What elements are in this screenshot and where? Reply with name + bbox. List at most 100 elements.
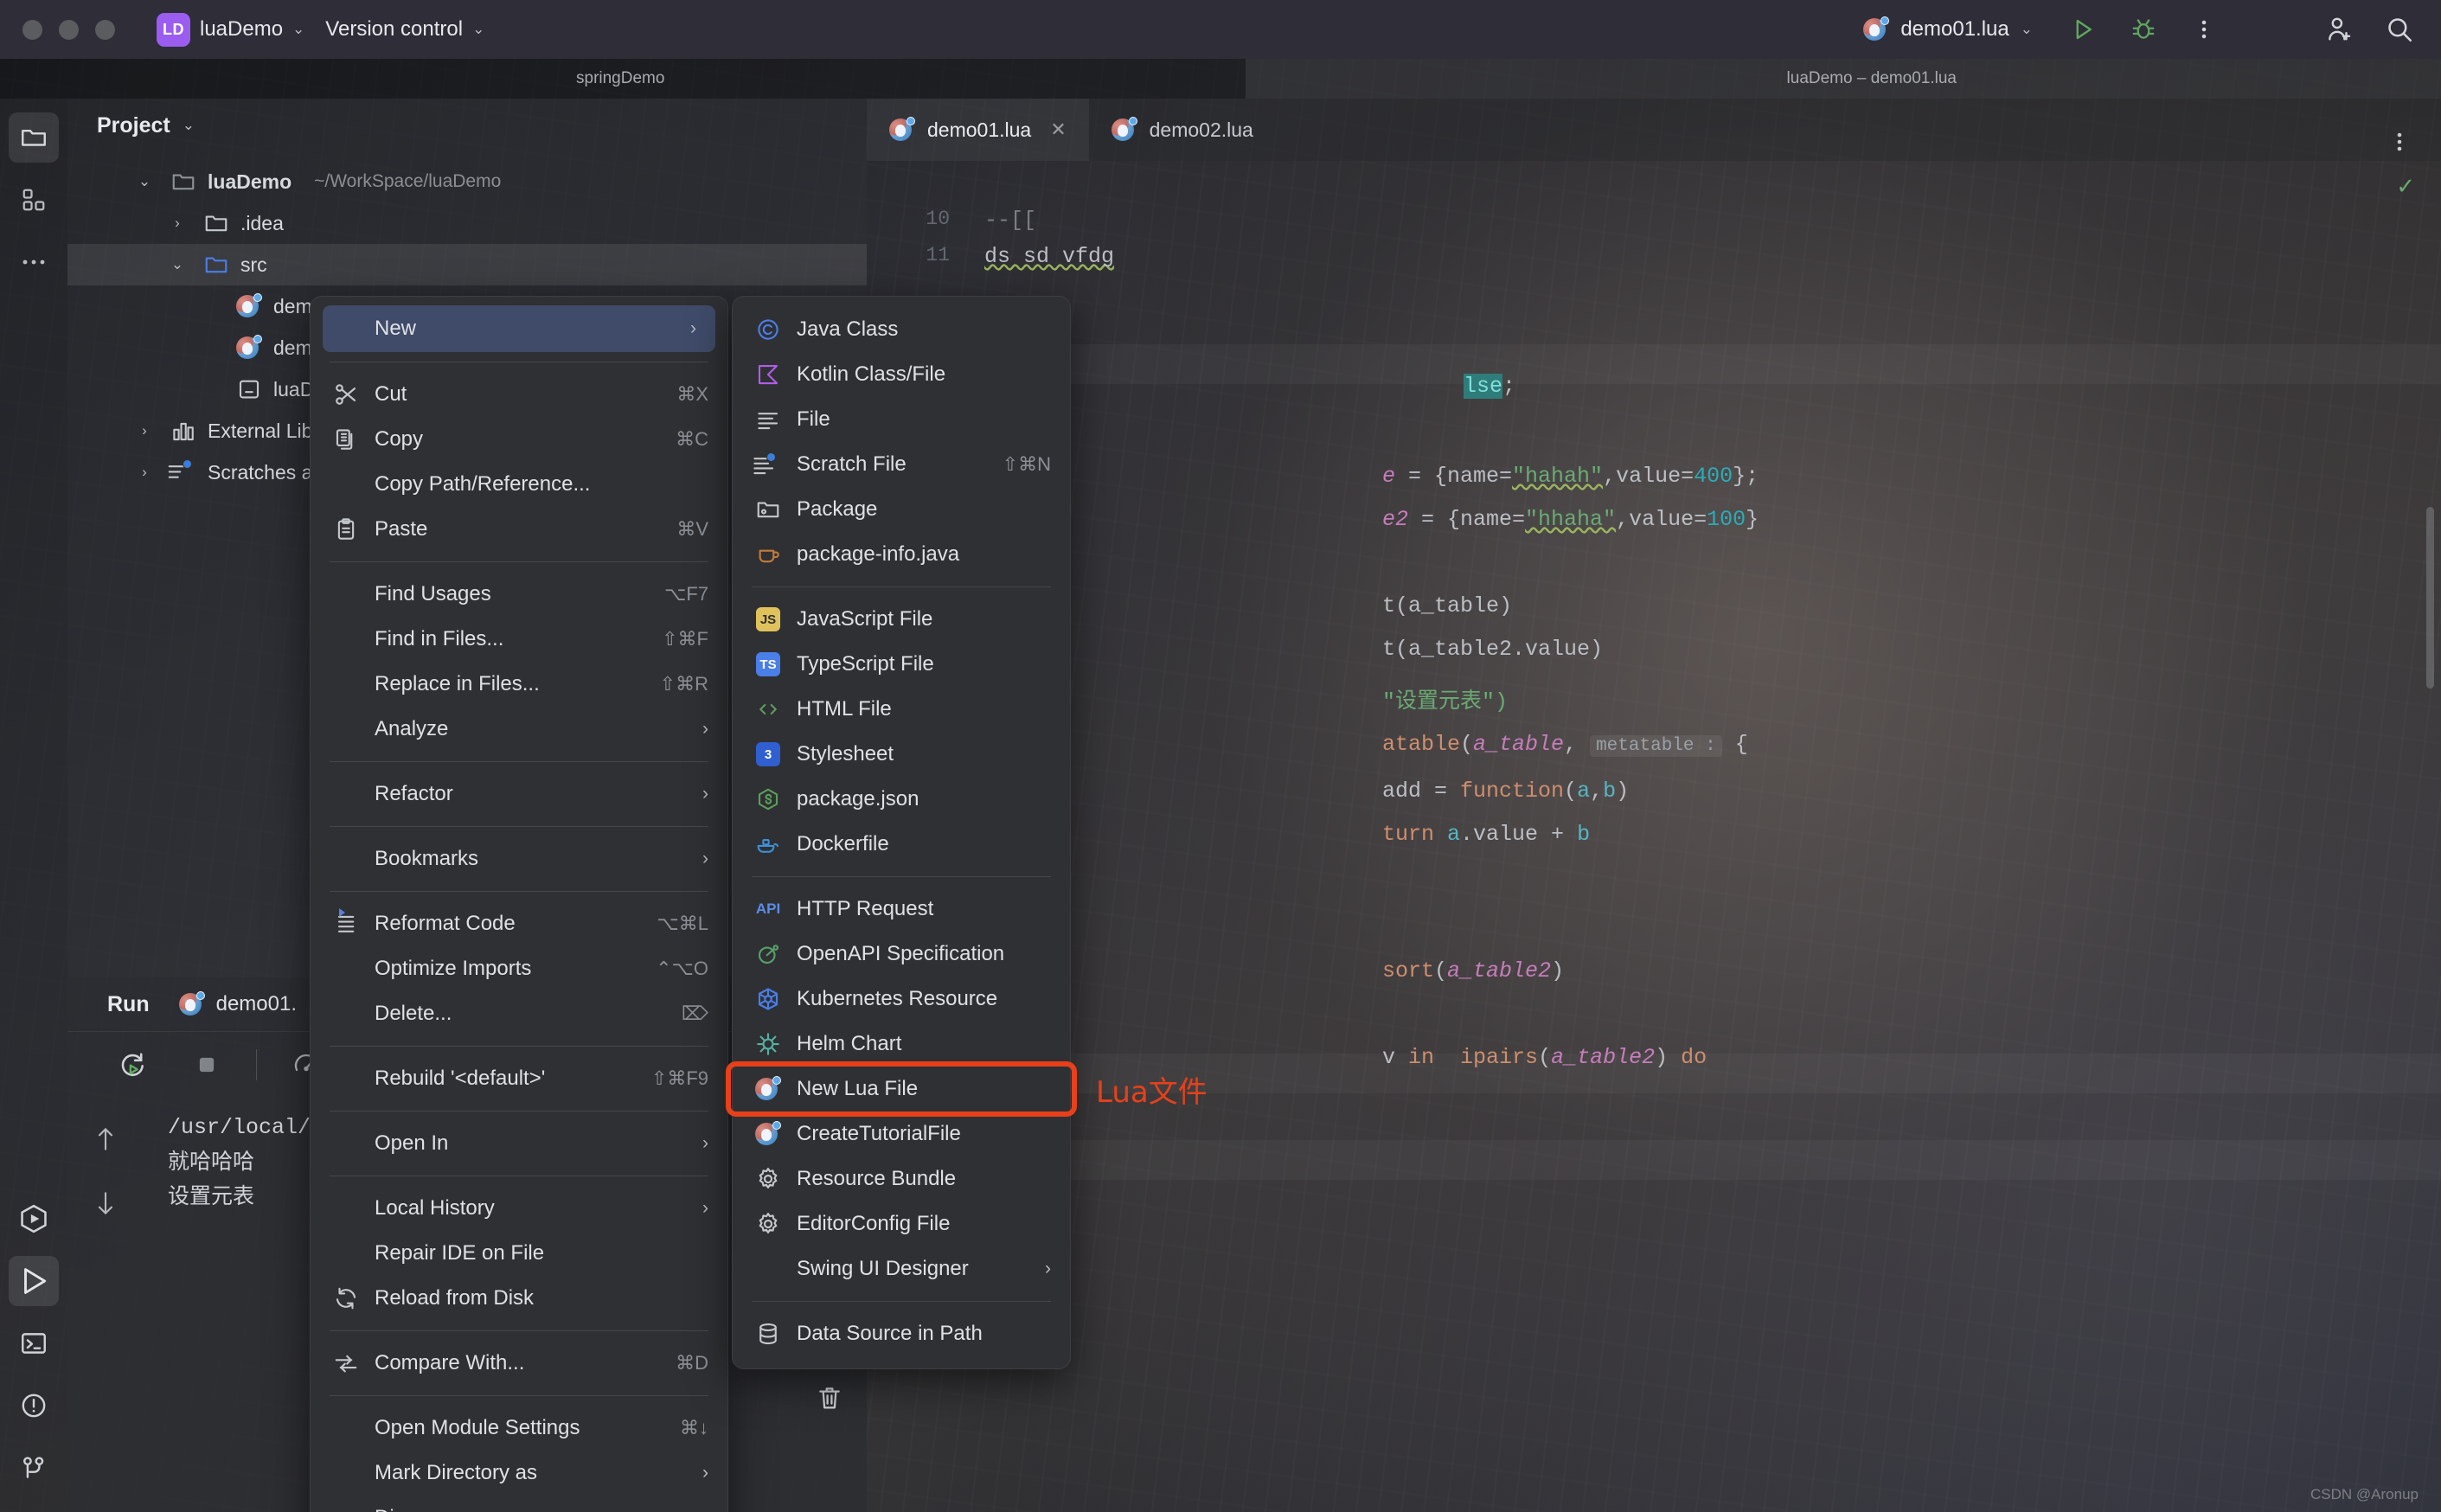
editor-scrollbar[interactable] (2426, 507, 2434, 689)
editor-tab-demo01[interactable]: demo01.lua ✕ (867, 99, 1089, 161)
menu-item-rebuild-default[interactable]: Rebuild '<default>' ⇧⌘F9 (311, 1056, 727, 1101)
menu-item-optimize-imports[interactable]: Optimize Imports ⌃⌥O (311, 946, 727, 991)
tree-node-src[interactable]: ⌄ src (67, 244, 867, 285)
menu-item-compare-with[interactable]: Compare With... ⌘D (311, 1341, 727, 1386)
menu-item-delete[interactable]: Delete... ⌦ (311, 991, 727, 1036)
maximize-window-button[interactable] (95, 19, 115, 40)
run-window-config[interactable]: demo01. (178, 991, 297, 1017)
menu-item-bookmarks[interactable]: Bookmarks › (311, 836, 727, 881)
submenu-item-openapi-specification[interactable]: OpenAPI Specification (733, 932, 1070, 977)
menu-item-label: Refactor (375, 782, 453, 805)
other-window-title[interactable]: springDemo (576, 69, 664, 88)
inspection-ok-icon[interactable]: ✓ (2396, 173, 2415, 200)
more-actions-button[interactable] (2185, 10, 2223, 48)
menu-item-diagrams[interactable]: Diagrams › (311, 1496, 727, 1512)
package-icon (755, 497, 781, 522)
chevron-down-icon[interactable]: ⌄ (163, 256, 192, 273)
new-file-submenu[interactable]: Java Class Kotlin Class/File File Scratch F… (732, 296, 1071, 1369)
menu-item-cut[interactable]: Cut ⌘X (311, 372, 727, 417)
menu-item-reformat-code[interactable]: Reformat Code ⌥⌘L (311, 901, 727, 946)
chevron-down-icon[interactable]: ⌄ (130, 173, 159, 190)
debug-button[interactable] (2124, 10, 2162, 48)
chevron-right-icon[interactable]: › (163, 215, 192, 232)
version-control-menu[interactable]: Version control ⌄ (315, 12, 495, 47)
submenu-item-typescript-file[interactable]: TS TypeScript File (733, 642, 1070, 687)
menu-item-analyze[interactable]: Analyze › (311, 707, 727, 752)
menu-item-refactor[interactable]: Refactor › (311, 772, 727, 817)
java-coffee-icon (755, 541, 781, 567)
typescript-icon: TS (753, 652, 783, 676)
menu-item-repair-ide-on-file[interactable]: Repair IDE on File (311, 1231, 727, 1276)
chevron-right-icon: › (702, 849, 708, 868)
menu-item-open-in[interactable]: Open In › (311, 1121, 727, 1166)
submenu-item-package-json[interactable]: package.json (733, 777, 1070, 822)
version-control-tool-window-button[interactable] (9, 1443, 59, 1493)
close-window-button[interactable] (22, 19, 42, 40)
tree-node-luademo[interactable]: ⌄ luaDemo ~/WorkSpace/luaDemo (67, 161, 867, 202)
chevron-right-icon[interactable]: › (130, 422, 159, 439)
run-button[interactable] (2064, 10, 2102, 48)
run-tool-window-button[interactable] (9, 1256, 59, 1306)
submenu-item-file[interactable]: File (733, 397, 1070, 442)
next-occurrence-button[interactable] (80, 1178, 131, 1228)
run-anything-button[interactable] (9, 1194, 59, 1244)
sidebar-item-project[interactable] (9, 112, 59, 163)
add-user-button[interactable] (2320, 10, 2358, 48)
menu-item-label: Repair IDE on File (375, 1241, 545, 1265)
chevron-down-icon[interactable]: ⌄ (183, 117, 195, 134)
tree-node--idea[interactable]: › .idea (67, 202, 867, 244)
editor-tab-demo02[interactable]: demo02.lua (1089, 99, 1276, 161)
stop-button[interactable] (182, 1040, 232, 1090)
submenu-item-editorconfig-file[interactable]: EditorConfig File (733, 1201, 1070, 1246)
code-editor[interactable]: ✓ 10 11 --[[ ds sd vfdg lse; e = {name="… (867, 161, 2441, 1512)
menu-item-find-in-files[interactable]: Find in Files... ⇧⌘F (311, 617, 727, 662)
submenu-item-java-class[interactable]: Java Class (733, 307, 1070, 352)
problems-tool-window-button[interactable] (9, 1381, 59, 1431)
project-selector[interactable]: LD luaDemo ⌄ (146, 8, 315, 52)
menu-item-paste[interactable]: Paste ⌘V (311, 507, 727, 552)
openapi-icon (755, 941, 781, 967)
submenu-item-stylesheet[interactable]: 3 Stylesheet (733, 732, 1070, 777)
run-configuration-selector[interactable]: demo01.lua ⌄ (1855, 12, 2041, 47)
terminal-tool-window-button[interactable] (9, 1318, 59, 1368)
previous-occurrence-button[interactable] (80, 1114, 131, 1164)
menu-item-new[interactable]: New › (323, 305, 715, 352)
clear-all-button[interactable] (805, 1374, 854, 1422)
chevron-right-icon[interactable]: › (130, 464, 159, 481)
menu-item-reload-from-disk[interactable]: Reload from Disk (311, 1276, 727, 1321)
close-icon[interactable]: ✕ (1050, 119, 1066, 141)
submenu-item-helm-chart[interactable]: Helm Chart (733, 1022, 1070, 1067)
file-context-menu[interactable]: New › Cut ⌘X Copy ⌘C Copy Path/Reference... Pas… (310, 296, 728, 1512)
menu-item-find-usages[interactable]: Find Usages ⌥F7 (311, 572, 727, 617)
rerun-button[interactable] (107, 1040, 157, 1090)
menu-item-replace-in-files[interactable]: Replace in Files... ⇧⌘R (311, 662, 727, 707)
menu-item-mark-directory-as[interactable]: Mark Directory as › (311, 1451, 727, 1496)
submenu-item-data-source-in-path[interactable]: Data Source in Path (733, 1311, 1070, 1356)
submenu-item-kotlin-class-file[interactable]: Kotlin Class/File (733, 352, 1070, 397)
menu-item-copy[interactable]: Copy ⌘C (311, 417, 727, 462)
menu-item-copy-path-reference[interactable]: Copy Path/Reference... (311, 462, 727, 507)
search-button[interactable] (2380, 10, 2419, 48)
sidebar-item-more[interactable] (9, 237, 59, 287)
submenu-item-kubernetes-resource[interactable]: Kubernetes Resource (733, 977, 1070, 1022)
submenu-item-html-file[interactable]: HTML File (733, 687, 1070, 732)
editor-more-actions-button[interactable] (2380, 123, 2419, 161)
submenu-item-resource-bundle[interactable]: Resource Bundle (733, 1156, 1070, 1201)
submenu-item-javascript-file[interactable]: JS JavaScript File (733, 597, 1070, 642)
menu-item-open-module-settings[interactable]: Open Module Settings ⌘↓ (311, 1406, 727, 1451)
menu-item-local-history[interactable]: Local History › (311, 1186, 727, 1231)
submenu-item-createtutorialfile[interactable]: CreateTutorialFile (733, 1112, 1070, 1156)
submenu-item-http-request[interactable]: API HTTP Request (733, 887, 1070, 932)
minimize-window-button[interactable] (59, 19, 79, 40)
submenu-item-scratch-file[interactable]: Scratch File ⇧⌘N (733, 442, 1070, 487)
window-controls[interactable] (22, 19, 115, 40)
submenu-item-new-lua-file[interactable]: New Lua File (733, 1067, 1070, 1112)
submenu-item-package-info-java[interactable]: package-info.java (733, 532, 1070, 577)
submenu-item-swing-ui-designer[interactable]: Swing UI Designer › (733, 1246, 1070, 1291)
sidebar-item-structure[interactable] (9, 175, 59, 225)
project-panel-header[interactable]: Project ⌄ (67, 99, 867, 152)
submenu-item-package[interactable]: Package (733, 487, 1070, 532)
library-icon (170, 418, 197, 444)
submenu-item-dockerfile[interactable]: Dockerfile (733, 822, 1070, 867)
run-console-output[interactable]: /usr/local/就哈哈哈 设置元表 (144, 1097, 311, 1228)
